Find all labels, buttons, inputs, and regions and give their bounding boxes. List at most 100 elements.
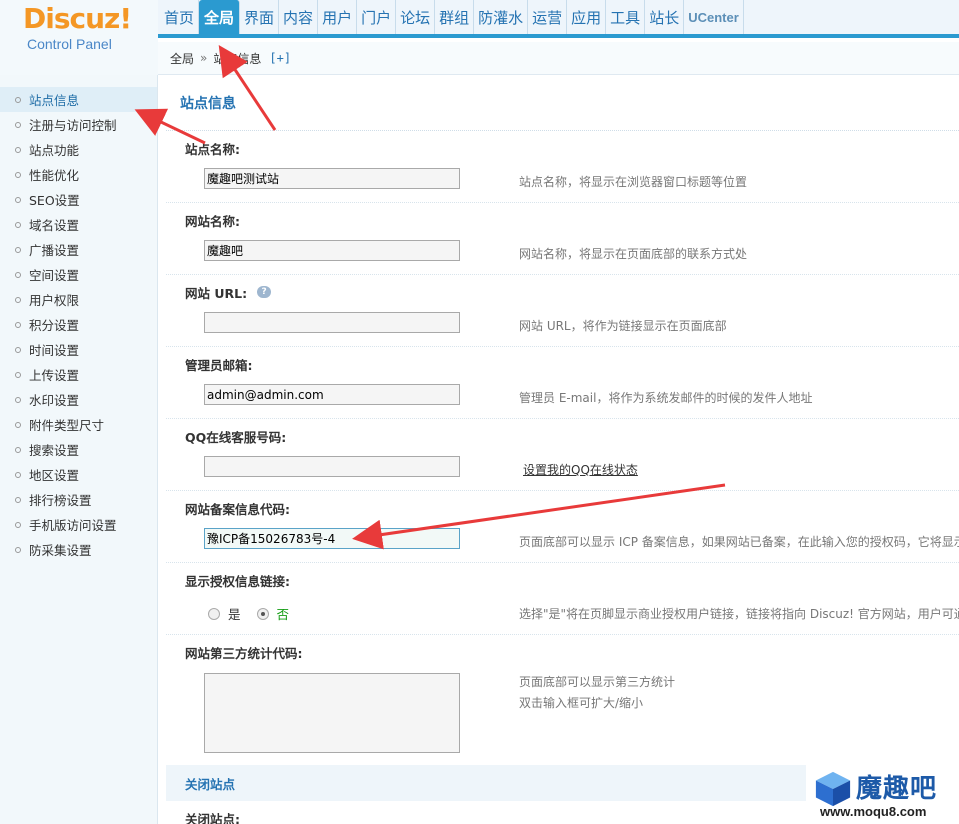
sidebar-item-region[interactable]: 地区设置	[0, 462, 157, 487]
nav-antispam[interactable]: 防灌水	[474, 0, 529, 34]
main-content: 站点信息 站点名称: 站点名称，将显示在浏览器窗口标题等位置 网站名称: 网站名…	[158, 75, 959, 824]
help-icon[interactable]: ?	[257, 286, 272, 298]
sidebar-item-label: 广播设置	[29, 243, 80, 258]
field-tip: 网站名称，将显示在页面底部的联系方式处	[519, 247, 748, 261]
qq-input[interactable]	[204, 456, 460, 477]
header: Discuz! Control Panel 首页 全局 界面 内容 用户 门户 …	[0, 0, 959, 75]
sidebar-item-label: 水印设置	[29, 393, 80, 408]
nav-users[interactable]: 用户	[318, 0, 358, 34]
bullet-icon	[15, 271, 21, 278]
bullet-icon	[15, 546, 21, 553]
nav-apps[interactable]: 应用	[567, 0, 607, 34]
sidebar-item-broadcast[interactable]: 广播设置	[0, 237, 157, 262]
sidebar-item-label: 站点信息	[29, 93, 80, 108]
sidebar-item-label: 用户权限	[29, 293, 80, 308]
sidebar-item-watermark[interactable]: 水印设置	[0, 387, 157, 412]
icp-input[interactable]	[204, 528, 460, 549]
sidebar-item-label: 防采集设置	[29, 543, 92, 558]
top-navigation: 首页 全局 界面 内容 用户 门户 论坛 群组 防灌水 运营 应用 工具 站长 …	[158, 0, 959, 38]
page-title: 站点信息	[166, 75, 959, 131]
sidebar-item-mobile[interactable]: 手机版访问设置	[0, 512, 157, 537]
bullet-icon	[15, 471, 21, 478]
sidebar-item-label: 上传设置	[29, 368, 80, 383]
sidebar-item-label: SEO设置	[29, 193, 80, 208]
field-label: 网站第三方统计代码:	[185, 645, 303, 661]
nav-content[interactable]: 内容	[279, 0, 319, 34]
bullet-icon	[15, 246, 21, 253]
nav-operations[interactable]: 运营	[528, 0, 568, 34]
breadcrumb-current: 站点信息	[213, 51, 262, 66]
radio-yes-label[interactable]: 是	[228, 604, 241, 623]
radio-yes[interactable]	[208, 607, 220, 620]
bullet-icon	[15, 221, 21, 228]
field-label: 网站备案信息代码:	[185, 501, 290, 517]
bullet-icon	[15, 521, 21, 528]
breadcrumb-separator: »	[200, 51, 208, 65]
breadcrumb-root[interactable]: 全局	[170, 50, 194, 67]
sidebar-item-label: 积分设置	[29, 318, 80, 333]
watermark-url: www.moqu8.com	[820, 804, 927, 819]
sidebar-item-search[interactable]: 搜索设置	[0, 437, 157, 462]
field-tip: 页面底部可以显示第三方统计	[519, 675, 676, 689]
nav-forum[interactable]: 论坛	[396, 0, 436, 34]
sidebar-item-register[interactable]: 注册与访问控制	[0, 112, 157, 137]
nav-ucenter[interactable]: UCenter	[684, 0, 744, 34]
sidebar-item-label: 搜索设置	[29, 443, 80, 458]
field-label: 管理员邮箱:	[185, 357, 253, 373]
nav-portal[interactable]: 门户	[357, 0, 397, 34]
sidebar-item-site-info[interactable]: 站点信息	[0, 87, 157, 112]
nav-home[interactable]: 首页	[160, 0, 200, 34]
stats-code-textarea[interactable]	[204, 673, 460, 753]
sidebar-item-label: 域名设置	[29, 218, 80, 233]
radio-no[interactable]	[256, 607, 269, 620]
sidebar-item-label: 附件类型尺寸	[29, 418, 105, 433]
nav-global[interactable]: 全局	[199, 0, 241, 34]
web-name-input[interactable]	[204, 240, 460, 261]
sidebar-item-label: 时间设置	[29, 343, 80, 358]
sidebar-item-seo[interactable]: SEO设置	[0, 187, 157, 212]
sidebar-item-features[interactable]: 站点功能	[0, 137, 157, 162]
field-tip: 管理员 E-mail，将作为系统发邮件的时候的发件人地址	[519, 391, 813, 405]
sidebar-item-space[interactable]: 空间设置	[0, 262, 157, 287]
sidebar-item-performance[interactable]: 性能优化	[0, 162, 157, 187]
field-icp: 网站备案信息代码: 页面底部可以显示 ICP 备案信息，如果网站已备案，在此输入…	[166, 491, 959, 563]
sidebar-item-anticollect[interactable]: 防采集设置	[0, 537, 157, 562]
nav-groups[interactable]: 群组	[435, 0, 475, 34]
field-tip: 双击输入框可扩大/缩小	[519, 696, 644, 710]
sidebar-item-ranking[interactable]: 排行榜设置	[0, 487, 157, 512]
bullet-icon	[15, 371, 21, 378]
logo-brand: Discuz!	[23, 2, 132, 35]
sidebar-item-upload[interactable]: 上传设置	[0, 362, 157, 387]
bullet-icon	[15, 396, 21, 403]
field-label: 显示授权信息链接:	[185, 573, 290, 589]
admin-email-input[interactable]	[204, 384, 460, 405]
logo[interactable]: Discuz! Control Panel	[0, 0, 158, 75]
sidebar: 站点信息 注册与访问控制 站点功能 性能优化 SEO设置 域名设置 广播设置 空…	[0, 75, 158, 824]
radio-no-label[interactable]: 否	[277, 604, 290, 623]
bullet-icon	[15, 96, 21, 103]
logo-subtitle: Control Panel	[27, 36, 112, 52]
sidebar-item-domain[interactable]: 域名设置	[0, 212, 157, 237]
sidebar-item-attachment[interactable]: 附件类型尺寸	[0, 412, 157, 437]
sidebar-item-permissions[interactable]: 用户权限	[0, 287, 157, 312]
sidebar-item-label: 站点功能	[29, 143, 80, 158]
field-qq: QQ在线客服号码: 设置我的QQ在线状态	[166, 419, 959, 491]
sidebar-item-credits[interactable]: 积分设置	[0, 312, 157, 337]
sidebar-item-time[interactable]: 时间设置	[0, 337, 157, 362]
web-url-input[interactable]	[204, 312, 460, 333]
cube-logo-icon	[815, 771, 851, 807]
qq-status-link[interactable]: 设置我的QQ在线状态	[523, 461, 638, 478]
add-shortcut-button[interactable]: [+]	[269, 51, 291, 65]
bullet-icon	[15, 421, 21, 428]
nav-interface[interactable]: 界面	[240, 0, 280, 34]
bullet-icon	[15, 496, 21, 503]
bullet-icon	[15, 296, 21, 303]
nav-tools[interactable]: 工具	[606, 0, 646, 34]
bullet-icon	[15, 171, 21, 178]
sidebar-item-label: 地区设置	[29, 468, 80, 483]
site-name-input[interactable]	[204, 168, 460, 189]
nav-webmaster[interactable]: 站长	[645, 0, 685, 34]
breadcrumb: 全局 » 站点信息 [+]	[158, 42, 959, 75]
field-tip: 网站 URL，将作为链接显示在页面底部	[519, 319, 727, 333]
bullet-icon	[15, 446, 21, 453]
